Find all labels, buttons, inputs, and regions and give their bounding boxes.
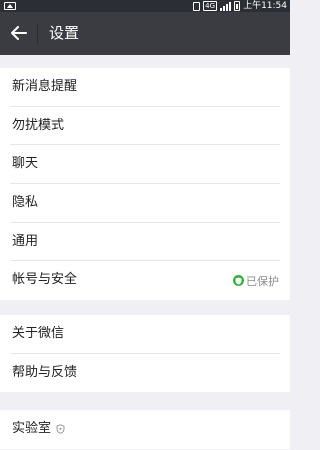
settings-item-help-feedback[interactable]: 帮助与反馈 bbox=[0, 354, 290, 393]
settings-item-label: 帮助与反馈 bbox=[12, 364, 78, 380]
settings-item-label: 实验室 bbox=[12, 410, 65, 449]
status-bar: 4G 上午11:54 bbox=[0, 0, 290, 12]
shield-icon bbox=[233, 275, 244, 287]
settings-item-do-not-disturb[interactable]: 勿扰模式 bbox=[0, 107, 290, 146]
back-button[interactable] bbox=[6, 20, 32, 46]
page-title: 设置 bbox=[49, 24, 80, 42]
settings-item-new-message-notification[interactable]: 新消息提醒 bbox=[0, 68, 290, 107]
settings-item-label: 聊天 bbox=[12, 156, 39, 172]
settings-group-lab: 实验室 bbox=[0, 410, 290, 449]
vibrate-icon bbox=[193, 1, 201, 11]
protected-status: 已保护 bbox=[233, 261, 279, 300]
settings-item-label: 隐私 bbox=[12, 195, 39, 211]
arrow-left-icon bbox=[11, 26, 27, 40]
settings-item-label: 勿扰模式 bbox=[12, 117, 65, 133]
status-time: 上午11:54 bbox=[243, 1, 287, 11]
settings-group-about: 关于微信 帮助与反馈 bbox=[0, 315, 290, 393]
settings-item-label: 通用 bbox=[12, 233, 39, 249]
protected-status-label: 已保护 bbox=[246, 274, 279, 288]
settings-group-main: 新消息提醒 勿扰模式 聊天 隐私 通用 帐号与安全 已保护 bbox=[0, 68, 290, 301]
status-right-icons: 4G 上午11:54 bbox=[193, 0, 287, 12]
title-divider bbox=[37, 24, 38, 43]
network-type-badge: 4G bbox=[203, 1, 218, 11]
image-notification-icon bbox=[4, 2, 16, 10]
settings-item-account-security[interactable]: 帐号与安全 已保护 bbox=[0, 261, 290, 300]
settings-item-label: 帐号与安全 bbox=[12, 272, 78, 288]
settings-item-chat[interactable]: 聊天 bbox=[0, 145, 290, 185]
settings-item-about-wechat[interactable]: 关于微信 bbox=[0, 315, 290, 354]
shield-outline-icon bbox=[56, 423, 65, 434]
settings-item-general[interactable]: 通用 bbox=[0, 223, 290, 262]
settings-item-privacy[interactable]: 隐私 bbox=[0, 184, 290, 223]
settings-item-label: 关于微信 bbox=[12, 326, 65, 341]
battery-icon bbox=[234, 1, 241, 11]
signal-icon bbox=[220, 1, 232, 11]
title-bar: 设置 bbox=[0, 12, 290, 55]
settings-item-label: 新消息提醒 bbox=[12, 79, 78, 94]
settings-item-lab[interactable]: 实验室 bbox=[0, 410, 290, 449]
